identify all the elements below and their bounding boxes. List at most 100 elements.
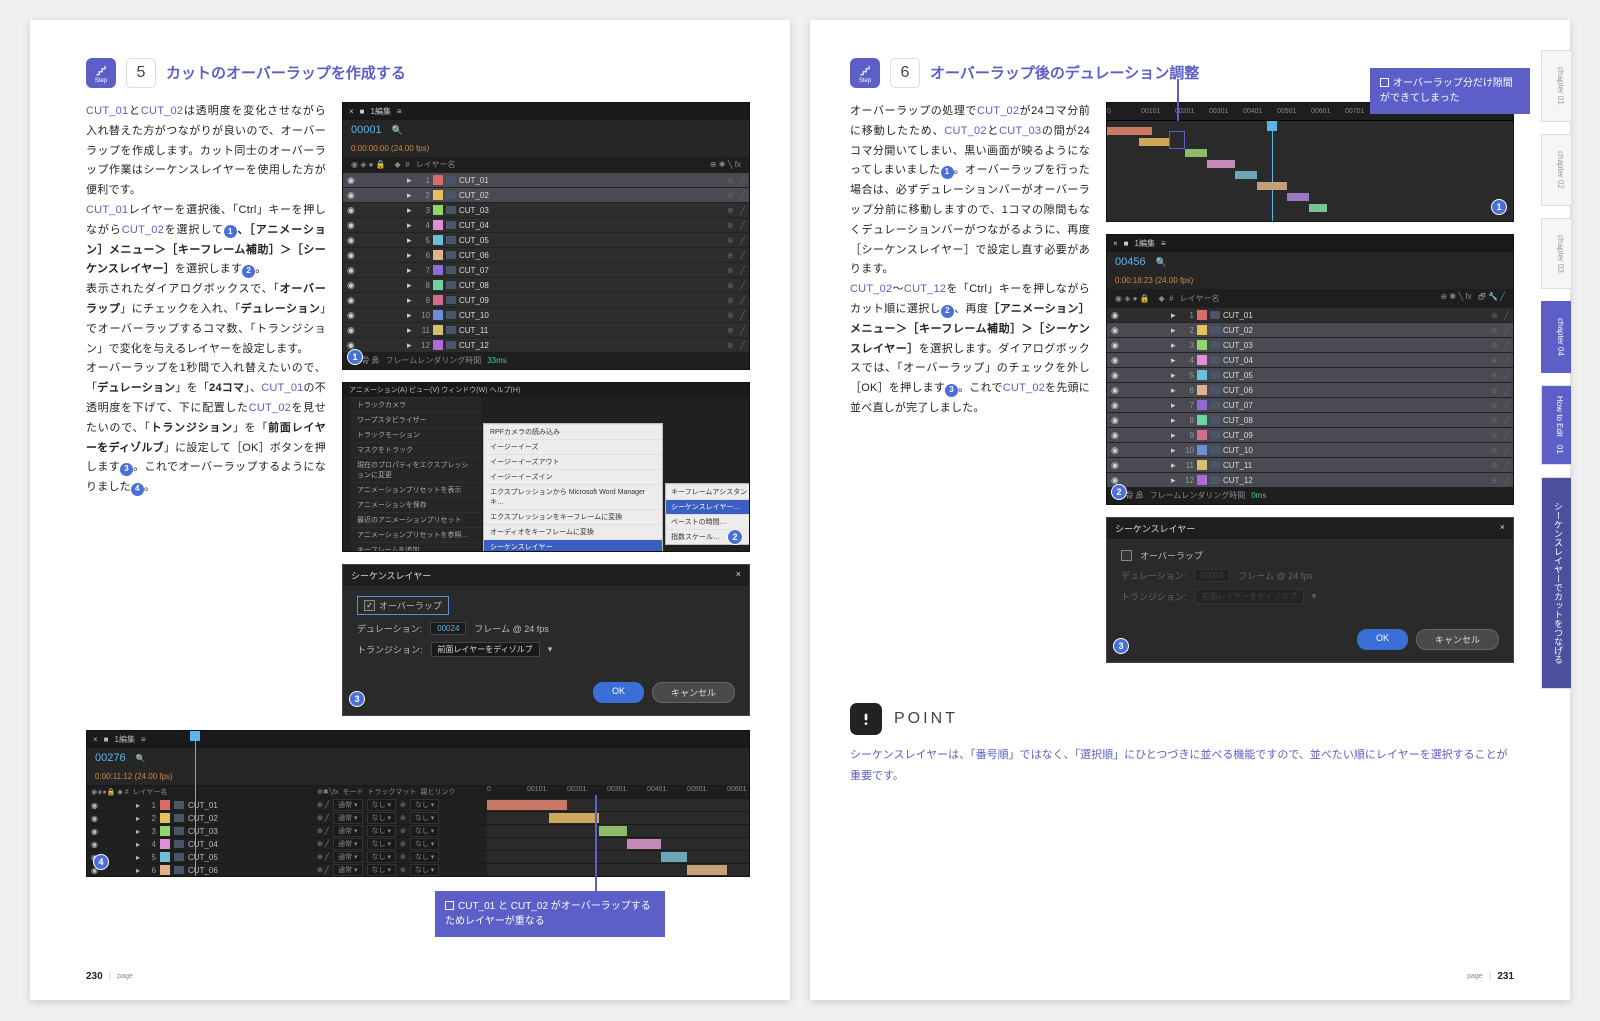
sequence-layer-dialog-2: シーケンスレイヤー× オーバーラップ デュレーション:00024フレーム @ 2… [1106, 517, 1514, 663]
playhead[interactable] [1272, 121, 1273, 221]
overlap-checkbox[interactable] [364, 600, 375, 611]
step-number: 6 [890, 58, 920, 88]
panel-tab[interactable]: 1編集 [115, 734, 135, 745]
frame-number: 00456 [1115, 256, 1146, 268]
ae-layer-panel-1: × ■ 1編集 ≡ 00001🔍 0:00:00:00 (24.00 fps) … [342, 102, 750, 370]
layer-row[interactable]: ◉▸5CUT_05⊕ ╱ [343, 232, 749, 247]
transition-label: トランジション: [1121, 590, 1187, 603]
badge-2: 2 [727, 529, 743, 545]
ok-button[interactable]: OK [593, 682, 644, 703]
sequence-layer-dialog: シーケンスレイヤー× オーバーラップ デュレーション:00024フレーム @ 2… [342, 564, 750, 716]
close-icon[interactable]: × [93, 735, 98, 744]
chapter-tab[interactable]: chapter 03 [1541, 218, 1571, 290]
close-icon[interactable]: × [1113, 239, 1118, 248]
layer-row[interactable]: ◉▸5CUT_05⊕ ╱ [1107, 367, 1513, 382]
step-icon: Step [86, 58, 116, 88]
gap-highlight [1169, 131, 1185, 149]
timeline-row[interactable]: ◉▸6CUT_06⊕ ╱通常 ▾なし ▾⊚なし ▾ [87, 863, 749, 876]
layer-row[interactable]: ◉▸8CUT_08⊕ ╱ [1107, 412, 1513, 427]
step-icon-label: Step [859, 78, 871, 84]
layer-row[interactable]: ◉▸12CUT_12⊕ ╱ [343, 337, 749, 352]
layer-row[interactable]: ◉▸4CUT_04⊕ ╱ [343, 217, 749, 232]
dialog-title: シーケンスレイヤー [1115, 522, 1195, 535]
layer-row[interactable]: ◉▸1CUT_01⊕ ╱ [343, 172, 749, 187]
frame-number: 00001 [351, 124, 382, 136]
timeline-row[interactable]: ◉▸4CUT_04⊕ ╱通常 ▾なし ▾⊚なし ▾ [87, 837, 749, 850]
page-right: chapter 01 chapter 02 chapter 03 chapter 04… [810, 20, 1570, 1000]
overlap-label: オーバーラップ [379, 599, 442, 612]
layer-row[interactable]: ◉▸1CUT_01⊕ ╱ [1107, 307, 1513, 322]
badge-4: 4 [131, 483, 144, 496]
badge-1: 1 [224, 225, 237, 238]
chapter-tab[interactable]: chapter 04 [1541, 301, 1571, 373]
page-left: Step 5 カットのオーバーラップを作成する CUT_01とCUT_02は透明… [30, 20, 790, 1000]
panel-tab[interactable]: 1編集 [1135, 238, 1155, 249]
stairs-icon [858, 63, 872, 77]
layer-row[interactable]: ◉▸10CUT_10⊕ ╱ [343, 307, 749, 322]
submenu[interactable]: RPFカメラの読み込みイージーイーズイージーイーズアウトイージーイーズインエクス… [483, 423, 663, 552]
badge-2: 2 [1111, 484, 1127, 500]
cancel-button[interactable]: キャンセル [652, 682, 735, 703]
chapter-tab[interactable]: chapter 02 [1541, 134, 1571, 206]
transition-select[interactable]: 前面レイヤーをディゾルブ [431, 642, 540, 657]
timecode: 0:00:18:23 (24.00 fps) [1115, 276, 1193, 285]
menu-bar[interactable]: アニメーション(A) ビュー(V) ウィンドウ(W) ヘルプ(H) [343, 383, 749, 397]
layer-row[interactable]: ◉▸2CUT_02⊕ ╱ [343, 187, 749, 202]
step-number: 5 [126, 58, 156, 88]
layer-row[interactable]: ◉▸11CUT_11⊕ ╱ [1107, 457, 1513, 472]
body-text-right: オーバーラップの処理でCUT_02が24コマ分前に移動したため、CUT_02とC… [850, 102, 1090, 663]
side-tabs: chapter 01 chapter 02 chapter 03 chapter 04… [1541, 50, 1571, 689]
layer-row[interactable]: ◉▸12CUT_12⊕ ╱ [1107, 472, 1513, 487]
page-number-right: page|231 [1467, 971, 1514, 982]
point-title: POINT [894, 710, 958, 728]
layer-row[interactable]: ◉▸9CUT_09⊕ ╱ [1107, 427, 1513, 442]
close-icon[interactable]: × [736, 569, 741, 582]
search-icon[interactable]: 🔍 [136, 754, 146, 763]
layer-row[interactable]: ◉▸6CUT_06⊕ ╱ [1107, 382, 1513, 397]
overlap-label: オーバーラップ [1140, 549, 1203, 562]
layer-row[interactable]: ◉▸8CUT_08⊕ ╱ [343, 277, 749, 292]
search-icon[interactable]: 🔍 [1156, 257, 1167, 268]
search-icon[interactable]: 🔍 [392, 125, 403, 136]
duration-input: 00024 [1194, 569, 1230, 582]
layer-row[interactable]: ◉▸4CUT_04⊕ ╱ [1107, 352, 1513, 367]
layer-row[interactable]: ◉▸10CUT_10⊕ ╱ [1107, 442, 1513, 457]
layer-row[interactable]: ◉▸7CUT_07⊕ ╱ [1107, 397, 1513, 412]
badge-4: 4 [93, 854, 109, 870]
timeline-row[interactable]: ◉▸2CUT_02⊕ ╱通常 ▾なし ▾⊚なし ▾ [87, 811, 749, 824]
badge-3: 3 [120, 463, 133, 476]
timeline-row[interactable]: ◉▸3CUT_03⊕ ╱通常 ▾なし ▾⊚なし ▾ [87, 824, 749, 837]
close-icon[interactable]: × [349, 107, 354, 116]
layer-row[interactable]: ◉▸7CUT_07⊕ ╱ [343, 262, 749, 277]
panel-tab[interactable]: 1編集 [371, 106, 391, 117]
badge-1: 1 [1491, 199, 1507, 215]
badge-1: 1 [941, 166, 954, 179]
overlap-checkbox[interactable] [1121, 550, 1132, 561]
page-number-left: 230|page [86, 971, 133, 982]
badge-3: 3 [349, 691, 365, 707]
frame-number: 00276 [95, 752, 126, 764]
layer-row[interactable]: ◉▸9CUT_09⊕ ╱ [343, 292, 749, 307]
callout-gap: オーバーラップ分だけ隙間ができてしまった [1370, 68, 1530, 114]
timeline-row[interactable]: ◉▸1CUT_01⊕ ╱通常 ▾なし ▾⊚なし ▾ [87, 798, 749, 811]
ok-button[interactable]: OK [1357, 629, 1408, 650]
current-section-tab: シーケンスレイヤーでカットをつなげる [1541, 477, 1571, 689]
step-header-5: Step 5 カットのオーバーラップを作成する [86, 58, 750, 88]
layer-row[interactable]: ◉▸11CUT_11⊕ ╱ [343, 322, 749, 337]
chapter-tab[interactable]: chapter 01 [1541, 50, 1571, 122]
layer-row[interactable]: ◉▸3CUT_03⊕ ╱ [343, 202, 749, 217]
cancel-button[interactable]: キャンセル [1416, 629, 1499, 650]
transition-label: トランジション: [357, 643, 423, 656]
layer-row[interactable]: ◉▸3CUT_03⊕ ╱ [1107, 337, 1513, 352]
stairs-icon [94, 63, 108, 77]
step-title: カットのオーバーラップを作成する [166, 63, 406, 84]
point-text: シーケンスレイヤーは、「番号順」ではなく、「選択順」にひとつづきに並べる機能です… [850, 745, 1514, 787]
timeline-row[interactable]: ◉▸5CUT_05⊕ ╱通常 ▾なし ▾⊚なし ▾ [87, 850, 749, 863]
badge-3: 3 [1113, 638, 1129, 654]
close-icon[interactable]: × [1500, 522, 1505, 535]
step-icon: Step [850, 58, 880, 88]
duration-input[interactable]: 00024 [430, 622, 466, 635]
menu-dropdown[interactable]: トラックカメラワープスタビライザートラックモーションマスクをトラック現在のプロパ… [351, 397, 481, 552]
layer-row[interactable]: ◉▸2CUT_02⊕ ╱ [1107, 322, 1513, 337]
layer-row[interactable]: ◉▸6CUT_06⊕ ╱ [343, 247, 749, 262]
